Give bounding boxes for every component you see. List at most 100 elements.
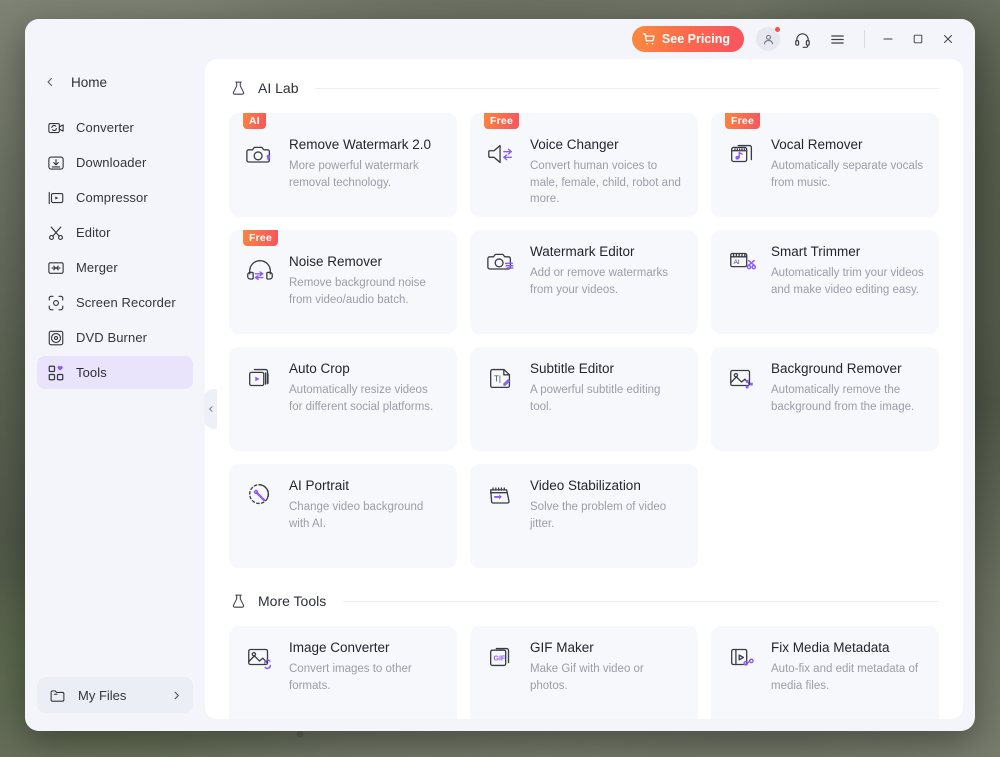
section-header-ai-lab: AI Lab	[229, 79, 939, 97]
tool-card-gif-maker[interactable]: GIF GIF Maker Make Gif with video or pho…	[470, 626, 698, 719]
svg-text:AI: AI	[734, 259, 740, 266]
status-badge: AI	[243, 113, 266, 129]
download-icon	[46, 153, 65, 172]
my-files-button[interactable]: My Files	[37, 677, 193, 713]
sidebar-item-home[interactable]: Home	[25, 65, 205, 99]
tool-card-title: Noise Remover	[289, 254, 383, 269]
hamburger-menu-icon[interactable]	[824, 26, 850, 52]
tool-card-title: GIF Maker	[530, 640, 594, 655]
tool-card-video-stabilization[interactable]: Video Stabilization Solve the problem of…	[470, 464, 698, 568]
tool-card-smart-trimmer[interactable]: AI Smart Trimmer Automatically trim your…	[711, 230, 939, 334]
sidebar-item-label: Screen Recorder	[76, 295, 176, 310]
auto-crop-icon	[243, 361, 277, 451]
titlebar-divider	[864, 30, 865, 48]
tool-card-desc: Automatically resize videos for differen…	[289, 384, 434, 413]
see-pricing-button[interactable]: See Pricing	[631, 26, 744, 52]
user-avatar-icon[interactable]	[756, 26, 781, 51]
sidebar-item-screen-recorder[interactable]: Screen Recorder	[37, 286, 193, 319]
status-badge: Free	[725, 113, 760, 129]
notification-badge-dot	[774, 26, 781, 33]
app-window: See Pricing Home Converter Downloader Co…	[25, 19, 975, 731]
tool-card-auto-crop[interactable]: Auto Crop Automatically resize videos fo…	[229, 347, 457, 451]
sidebar-item-label: DVD Burner	[76, 330, 148, 345]
sidebar-item-compressor[interactable]: Compressor	[37, 181, 193, 214]
camera-edit-icon	[484, 244, 518, 334]
tool-card-voice-changer[interactable]: Free Voice Changer Convert human voices …	[470, 113, 698, 217]
tool-card-desc: More powerful watermark removal technolo…	[289, 160, 419, 189]
tool-card-fix-media-metadata[interactable]: Fix Media Metadata Auto-fix and edit met…	[711, 626, 939, 719]
tool-card-desc: Remove background noise from video/audio…	[289, 277, 426, 306]
camera-watermark-icon	[243, 137, 277, 217]
sidebar: Home Converter Downloader Compressor Edi…	[25, 59, 217, 731]
tool-card-background-remover[interactable]: Background Remover Automatically remove …	[711, 347, 939, 451]
see-pricing-label: See Pricing	[661, 32, 730, 46]
sidebar-item-merger[interactable]: Merger	[37, 251, 193, 284]
tool-card-title: Image Converter	[289, 640, 390, 655]
svg-text:GIF: GIF	[494, 655, 506, 662]
tools-content-panel: AI Lab AI Remove Watermark 2.0 More powe…	[205, 59, 963, 719]
tool-card-title: AI Portrait	[289, 478, 350, 493]
sidebar-item-tools[interactable]: Tools	[37, 356, 193, 389]
headphone-noise-icon	[243, 254, 277, 334]
ai-trim-icon: AI	[725, 244, 759, 334]
section-title: AI Lab	[258, 80, 299, 96]
section-divider	[343, 600, 939, 602]
tool-card-desc: Auto-fix and edit metadata of media file…	[771, 663, 919, 692]
tool-card-title: Auto Crop	[289, 361, 350, 376]
ai-lab-card-grid: AI Remove Watermark 2.0 More powerful wa…	[229, 113, 939, 568]
tool-card-title: Video Stabilization	[530, 478, 641, 493]
sidebar-item-converter[interactable]: Converter	[37, 111, 193, 144]
chevron-right-icon	[171, 690, 182, 701]
sidebar-item-dvd-burner[interactable]: DVD Burner	[37, 321, 193, 354]
maximize-icon[interactable]	[903, 25, 933, 53]
sidebar-collapse-button[interactable]	[204, 389, 217, 429]
my-files-label: My Files	[78, 687, 127, 703]
tool-card-desc: Add or remove watermarks from your video…	[530, 267, 669, 296]
tool-card-desc: A powerful subtitle editing tool.	[530, 384, 661, 413]
section-header-more-tools: More Tools	[229, 592, 939, 610]
sidebar-home-label: Home	[71, 74, 108, 90]
more-tools-card-grid: Image Converter Convert images to other …	[229, 626, 939, 719]
content-wrapper: AI Lab AI Remove Watermark 2.0 More powe…	[205, 59, 975, 731]
tool-card-title: Smart Trimmer	[771, 244, 861, 259]
window-body: Home Converter Downloader Compressor Edi…	[25, 59, 975, 731]
tool-card-title: Voice Changer	[530, 137, 619, 152]
tool-card-noise-remover[interactable]: Free Noise Remover Remove background noi…	[229, 230, 457, 334]
tool-card-ai-portrait[interactable]: AI Portrait Change video background with…	[229, 464, 457, 568]
tool-card-title: Vocal Remover	[771, 137, 863, 152]
gif-icon: GIF	[484, 640, 518, 719]
tool-card-desc: Automatically trim your videos and make …	[771, 267, 924, 296]
metadata-icon	[725, 640, 759, 719]
sidebar-item-label: Downloader	[76, 155, 147, 170]
close-icon[interactable]	[933, 25, 963, 53]
lab-flask-icon	[229, 592, 247, 610]
sidebar-item-downloader[interactable]: Downloader	[37, 146, 193, 179]
chevron-left-icon	[39, 76, 61, 88]
sidebar-item-label: Compressor	[76, 190, 148, 205]
status-badge: Free	[243, 230, 278, 246]
screen-record-icon	[46, 293, 65, 312]
stabilize-icon	[484, 478, 518, 568]
tool-card-desc: Change video background with AI.	[289, 501, 424, 530]
tool-card-desc: Convert human voices to male, female, ch…	[530, 160, 681, 205]
tool-card-desc: Make Gif with video or photos.	[530, 663, 644, 692]
tool-card-title: Fix Media Metadata	[771, 640, 890, 655]
tool-card-subtitle-editor[interactable]: T| Subtitle Editor A powerful subtitle e…	[470, 347, 698, 451]
sidebar-item-label: Editor	[76, 225, 111, 240]
tool-card-watermark-editor[interactable]: Watermark Editor Add or remove watermark…	[470, 230, 698, 334]
title-bar: See Pricing	[25, 19, 975, 59]
image-convert-icon	[243, 640, 277, 719]
headset-icon[interactable]	[789, 26, 815, 52]
shopping-cart-icon	[642, 32, 656, 46]
section-divider	[315, 87, 939, 89]
tool-card-title: Watermark Editor	[530, 244, 635, 259]
status-badge: Free	[484, 113, 519, 129]
minimize-icon[interactable]	[873, 25, 903, 53]
tool-card-title: Background Remover	[771, 361, 902, 376]
tool-card-remove-watermark[interactable]: AI Remove Watermark 2.0 More powerful wa…	[229, 113, 457, 217]
sidebar-item-editor[interactable]: Editor	[37, 216, 193, 249]
sidebar-item-label: Tools	[76, 365, 107, 380]
tool-card-image-converter[interactable]: Image Converter Convert images to other …	[229, 626, 457, 719]
tool-card-vocal-remover[interactable]: Free Vocal Remover Automatically separat…	[711, 113, 939, 217]
